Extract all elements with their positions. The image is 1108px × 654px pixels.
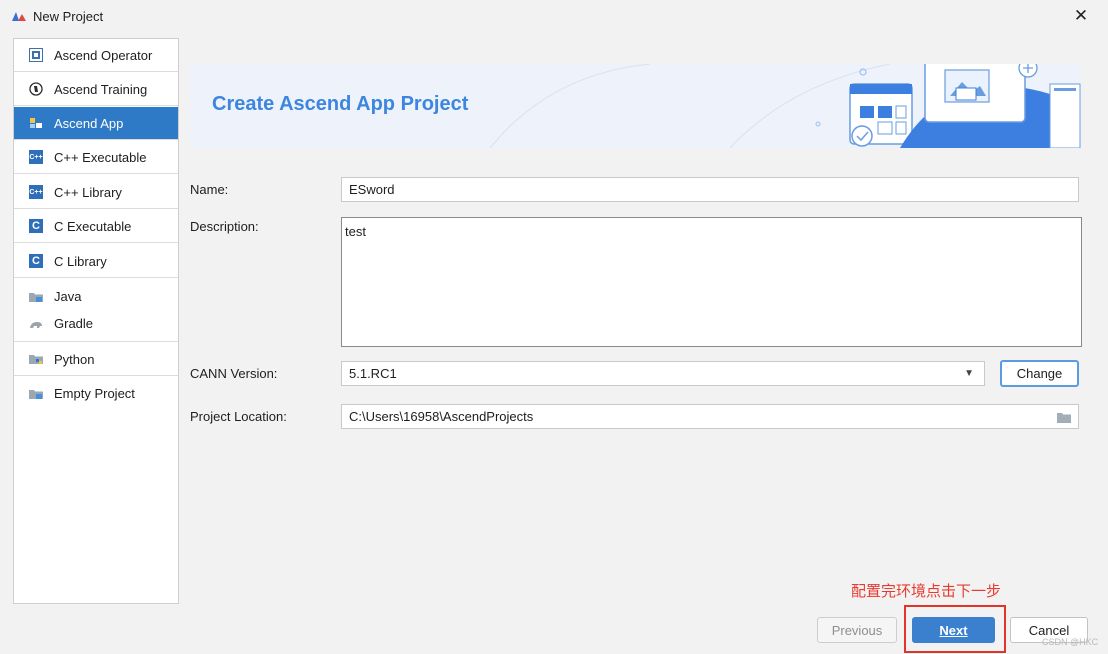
sidebar-item-java[interactable]: Java <box>29 289 81 304</box>
title-bar: New Project ✕ <box>0 0 1108 33</box>
description-field[interactable]: test <box>341 217 1082 347</box>
header-banner: Create Ascend App Project <box>190 64 1081 148</box>
sidebar-item-label: Python <box>54 351 95 367</box>
previous-button[interactable]: Previous <box>817 617 897 643</box>
cann-version-select[interactable]: 5.1.RC1 ▼ <box>341 361 985 386</box>
next-button-label: Next <box>939 622 968 638</box>
sidebar-item-label: Empty Project <box>54 386 135 401</box>
sidebar-item-c-library[interactable]: C C Library <box>14 245 178 278</box>
banner-title: Create Ascend App Project <box>212 93 469 115</box>
java-folder-icon <box>29 290 43 304</box>
sidebar-item-label: C++ Library <box>54 184 122 200</box>
sidebar-item-label: C Executable <box>54 218 132 234</box>
sidebar-item-cpp-executable[interactable]: C++ C++ Executable <box>14 141 178 174</box>
empty-project-folder-icon <box>29 387 43 401</box>
change-button[interactable]: Change <box>1000 360 1079 387</box>
sidebar-item-python[interactable]: Python <box>14 343 178 376</box>
sidebar-group-jvm: Java Gradle <box>14 279 178 342</box>
project-type-list: Ascend Operator Ascend Training Ascend A… <box>13 38 179 604</box>
c-executable-icon: C <box>29 219 43 233</box>
sidebar-item-cpp-library[interactable]: C++ C++ Library <box>14 176 178 209</box>
project-location-field[interactable]: C:\Users\16958\AscendProjects <box>341 404 1079 429</box>
sidebar-item-empty-project[interactable]: Empty Project <box>14 377 178 410</box>
next-button[interactable]: Next <box>912 617 995 643</box>
name-label: Name: <box>190 182 229 197</box>
sidebar-item-label: Gradle <box>54 316 94 331</box>
c-library-icon: C <box>29 254 43 268</box>
annotation-text: 配置完环境点击下一步 <box>851 583 1002 600</box>
browse-folder-icon[interactable] <box>1057 412 1071 423</box>
sidebar-item-ascend-training[interactable]: Ascend Training <box>14 73 178 106</box>
gradle-icon <box>29 317 43 331</box>
sidebar-item-ascend-operator[interactable]: Ascend Operator <box>14 39 178 72</box>
window-title: New Project <box>33 9 104 24</box>
sidebar-item-ascend-app[interactable]: Ascend App <box>14 107 178 140</box>
sidebar-item-c-executable[interactable]: C C Executable <box>14 210 178 243</box>
cpp-library-icon: C++ <box>29 185 43 199</box>
sidebar-item-label: Ascend Training <box>54 81 148 97</box>
ascend-training-icon <box>29 82 43 96</box>
close-icon[interactable]: ✕ <box>1070 4 1092 28</box>
sidebar-item-gradle[interactable]: Gradle <box>29 316 93 331</box>
sidebar-item-label: Ascend Operator <box>54 47 153 63</box>
project-location-value: C:\Users\16958\AscendProjects <box>349 409 534 424</box>
sidebar-item-label: C Library <box>54 253 107 269</box>
ascend-operator-icon <box>29 48 43 62</box>
sidebar-item-label: Java <box>54 289 82 304</box>
sidebar-item-label: C++ Executable <box>54 149 147 165</box>
chevron-down-icon: ▼ <box>964 368 974 379</box>
ascend-app-icon <box>29 116 43 130</box>
project-location-label: Project Location: <box>190 409 287 424</box>
watermark: CSDN @HKC <box>1042 637 1099 647</box>
app-logo-icon <box>12 12 26 21</box>
cann-version-value: 5.1.RC1 <box>349 366 397 381</box>
cann-version-label: CANN Version: <box>190 366 278 381</box>
cpp-executable-icon: C++ <box>29 150 43 164</box>
python-folder-icon <box>29 352 43 366</box>
sidebar-item-label: Ascend App <box>54 115 124 131</box>
name-field[interactable]: ESword <box>341 177 1079 202</box>
description-label: Description: <box>190 219 259 234</box>
